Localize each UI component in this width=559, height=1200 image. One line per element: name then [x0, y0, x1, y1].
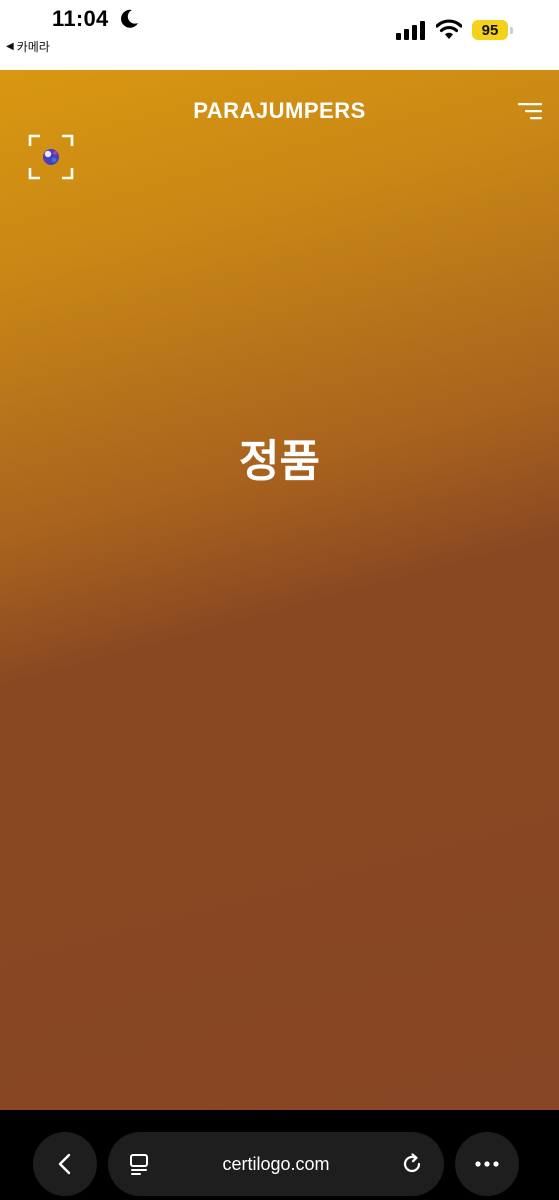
browser-back-button[interactable] [33, 1132, 97, 1196]
battery-cap [510, 27, 513, 34]
moon-icon [121, 9, 138, 28]
more-options-button[interactable] [455, 1132, 519, 1196]
back-triangle-icon: ◀ [6, 41, 14, 52]
battery-level: 95 [481, 21, 499, 39]
reload-icon[interactable] [400, 1152, 424, 1176]
scan-icon[interactable] [28, 134, 74, 180]
menu-icon[interactable] [516, 100, 544, 122]
page-content: PARAJUMPERS 정품 [0, 70, 559, 1110]
signal-icon [396, 21, 425, 40]
status-time: 11:04 [52, 6, 109, 31]
more-icon [475, 1161, 499, 1167]
tabs-icon[interactable] [128, 1152, 152, 1176]
browser-toolbar: certilogo.com [0, 1110, 559, 1200]
status-bar: 11:04 ◀ 카메라 95 [0, 0, 559, 70]
chevron-left-icon [58, 1153, 71, 1175]
address-bar[interactable]: certilogo.com [108, 1132, 444, 1196]
brand-logo-text[interactable]: PARAJUMPERS [0, 98, 559, 124]
wifi-icon [436, 19, 462, 39]
url-text[interactable]: certilogo.com [108, 1132, 444, 1196]
back-to-app-link[interactable]: ◀ 카메라 [6, 38, 50, 55]
page-headline: 정품 [239, 436, 320, 487]
back-app-label: 카메라 [16, 40, 50, 54]
battery-icon: 95 [472, 20, 508, 40]
